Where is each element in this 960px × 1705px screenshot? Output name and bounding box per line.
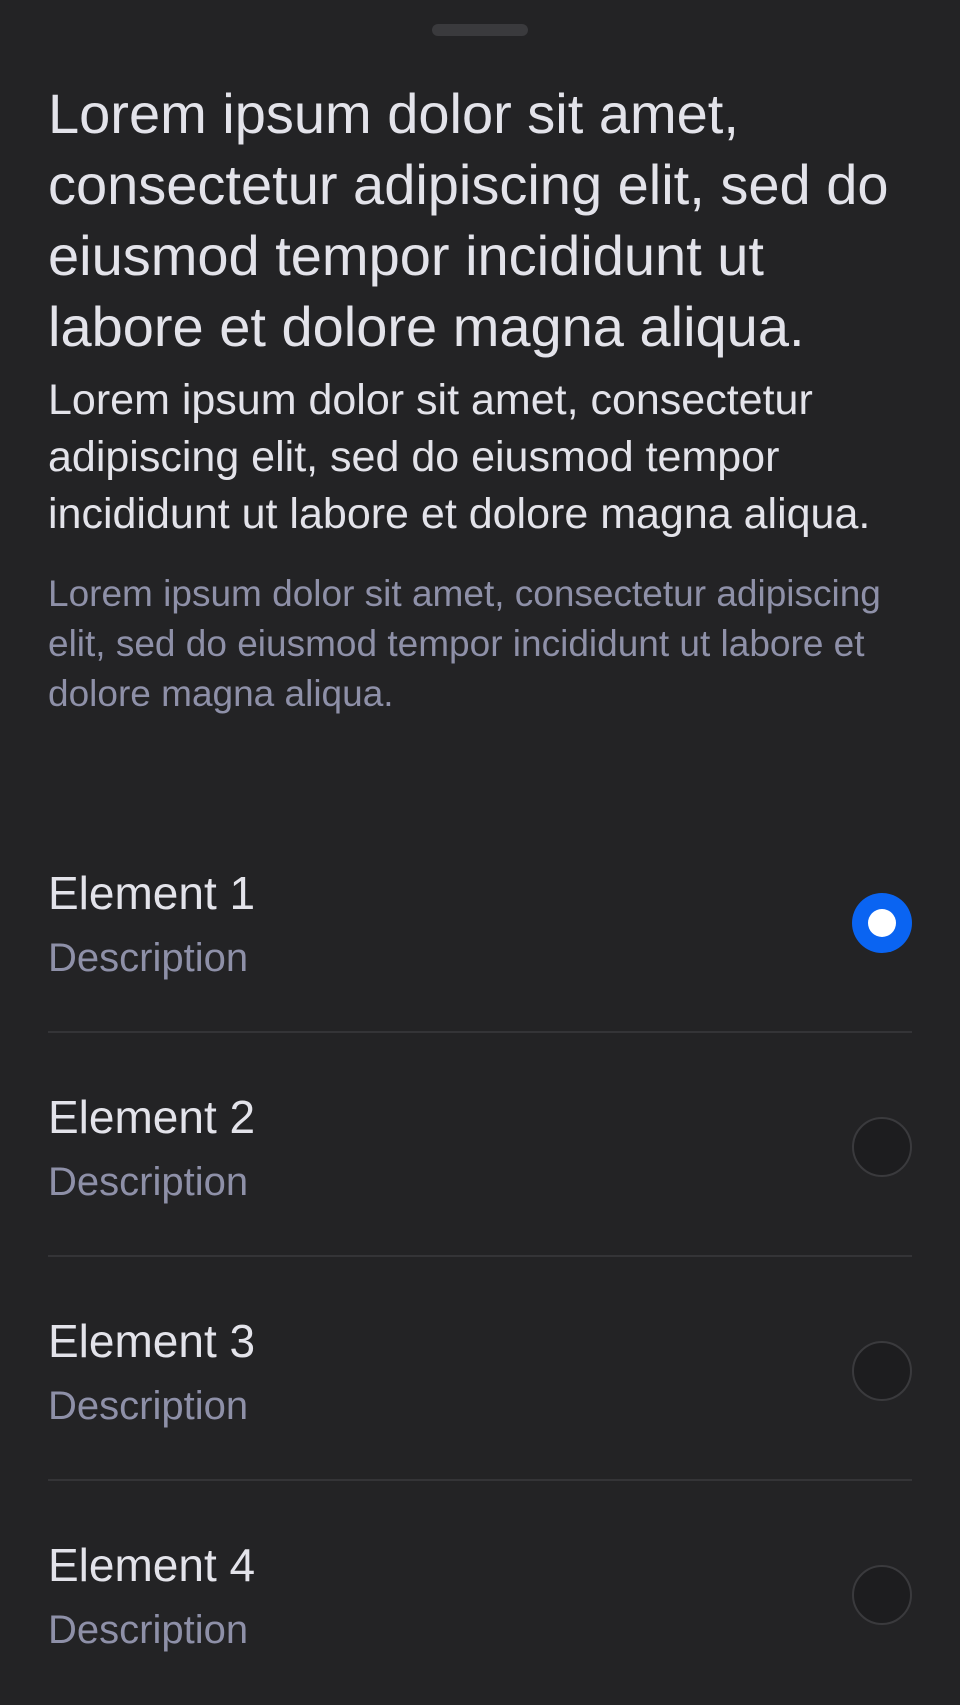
option-description: Description — [48, 1384, 249, 1428]
option-row-2[interactable]: Element 2 Description — [48, 1033, 912, 1257]
sheet-header: Lorem ipsum dolor sit amet, consectetur … — [48, 78, 912, 719]
sheet-grabber-handle[interactable] — [432, 24, 528, 36]
option-description: Description — [48, 936, 249, 980]
option-row-4[interactable]: Element 4 Description — [48, 1481, 912, 1705]
option-label: Element 1 — [48, 867, 256, 919]
radio-button-selected[interactable] — [852, 893, 912, 953]
sheet-title: Lorem ipsum dolor sit amet, consectetur … — [48, 82, 889, 358]
option-list: Element 1 Description Element 2 Descript… — [48, 809, 912, 1705]
option-description: Description — [48, 1160, 249, 1204]
option-label: Element 2 — [48, 1091, 256, 1143]
radio-button[interactable] — [852, 1117, 912, 1177]
sheet-subtitle: Lorem ipsum dolor sit amet, consectetur … — [48, 376, 871, 538]
sheet-caption: Lorem ipsum dolor sit amet, consectetur … — [48, 573, 881, 714]
bottom-sheet: Lorem ipsum dolor sit amet, consectetur … — [0, 0, 960, 1704]
option-description: Description — [48, 1608, 249, 1652]
radio-button[interactable] — [852, 1341, 912, 1401]
option-label: Element 3 — [48, 1315, 256, 1367]
option-label: Element 4 — [48, 1539, 256, 1591]
option-row-1[interactable]: Element 1 Description — [48, 809, 912, 1033]
radio-button[interactable] — [852, 1565, 912, 1625]
option-row-3[interactable]: Element 3 Description — [48, 1257, 912, 1481]
